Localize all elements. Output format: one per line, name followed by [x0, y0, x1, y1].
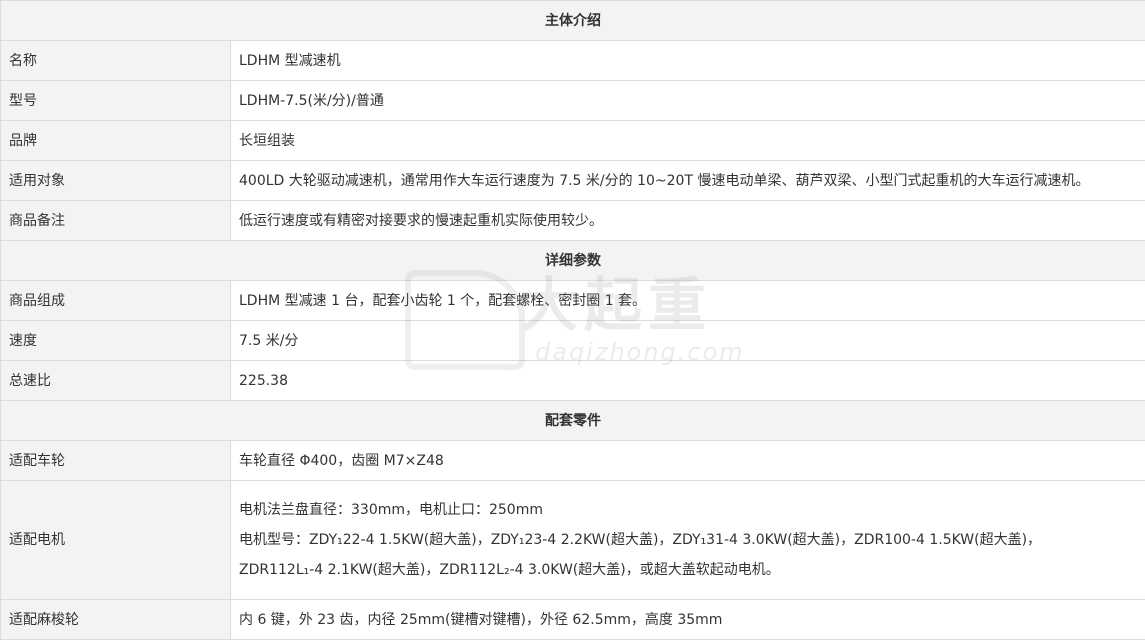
row-label: 适配车轮: [0, 440, 231, 481]
table-row: 型号 LDHM-7.5(米/分)/普通: [0, 80, 1145, 121]
table-row: 适用对象 400LD 大轮驱动减速机，通常用作大车运行速度为 7.5 米/分的 …: [0, 160, 1145, 201]
row-value: 225.38: [230, 360, 1145, 401]
row-value: 低运行速度或有精密对接要求的慢速起重机实际使用较少。: [230, 200, 1145, 241]
row-label: 名称: [0, 40, 231, 81]
spec-table: 主体介绍 名称 LDHM 型减速机 型号 LDHM-7.5(米/分)/普通 品牌…: [0, 0, 1145, 640]
section-title: 配套零件: [0, 400, 1145, 441]
row-value: LDHM 型减速 1 台，配套小齿轮 1 个，配套螺栓、密封圈 1 套。: [230, 280, 1145, 321]
row-value: LDHM-7.5(米/分)/普通: [230, 80, 1145, 121]
row-label: 适配麻梭轮: [0, 599, 231, 640]
table-row: 适配麻梭轮 内 6 键，外 23 齿，内径 25mm(键槽对键槽)，外径 62.…: [0, 599, 1145, 640]
row-label: 商品组成: [0, 280, 231, 321]
row-value: 400LD 大轮驱动减速机，通常用作大车运行速度为 7.5 米/分的 10~20…: [230, 160, 1145, 201]
row-label: 总速比: [0, 360, 231, 401]
row-label: 适用对象: [0, 160, 231, 201]
table-row: 名称 LDHM 型减速机: [0, 40, 1145, 81]
table-row: 品牌 长垣组装: [0, 120, 1145, 161]
section-header-main-intro: 主体介绍: [0, 0, 1145, 41]
row-value: 7.5 米/分: [230, 320, 1145, 361]
table-row: 适配电机 电机法兰盘直径：330mm，电机止口：250mm 电机型号：ZDY₁2…: [0, 480, 1145, 600]
section-title: 主体介绍: [0, 0, 1145, 41]
row-value-multiline: 电机法兰盘直径：330mm，电机止口：250mm 电机型号：ZDY₁22-4 1…: [230, 480, 1145, 600]
section-header-details: 详细参数: [0, 240, 1145, 281]
table-row: 速度 7.5 米/分: [0, 320, 1145, 361]
row-value: 车轮直径 Φ400，齿圈 M7×Z48: [230, 440, 1145, 481]
row-label: 型号: [0, 80, 231, 121]
row-value: 长垣组装: [230, 120, 1145, 161]
table-row: 商品组成 LDHM 型减速 1 台，配套小齿轮 1 个，配套螺栓、密封圈 1 套…: [0, 280, 1145, 321]
section-title: 详细参数: [0, 240, 1145, 281]
row-label: 品牌: [0, 120, 231, 161]
row-label: 适配电机: [0, 480, 231, 600]
row-label: 商品备注: [0, 200, 231, 241]
table-row: 适配车轮 车轮直径 Φ400，齿圈 M7×Z48: [0, 440, 1145, 481]
row-value: LDHM 型减速机: [230, 40, 1145, 81]
row-label: 速度: [0, 320, 231, 361]
table-row: 总速比 225.38: [0, 360, 1145, 401]
section-header-parts: 配套零件: [0, 400, 1145, 441]
table-row: 商品备注 低运行速度或有精密对接要求的慢速起重机实际使用较少。: [0, 200, 1145, 241]
row-value: 内 6 键，外 23 齿，内径 25mm(键槽对键槽)，外径 62.5mm，高度…: [230, 599, 1145, 640]
